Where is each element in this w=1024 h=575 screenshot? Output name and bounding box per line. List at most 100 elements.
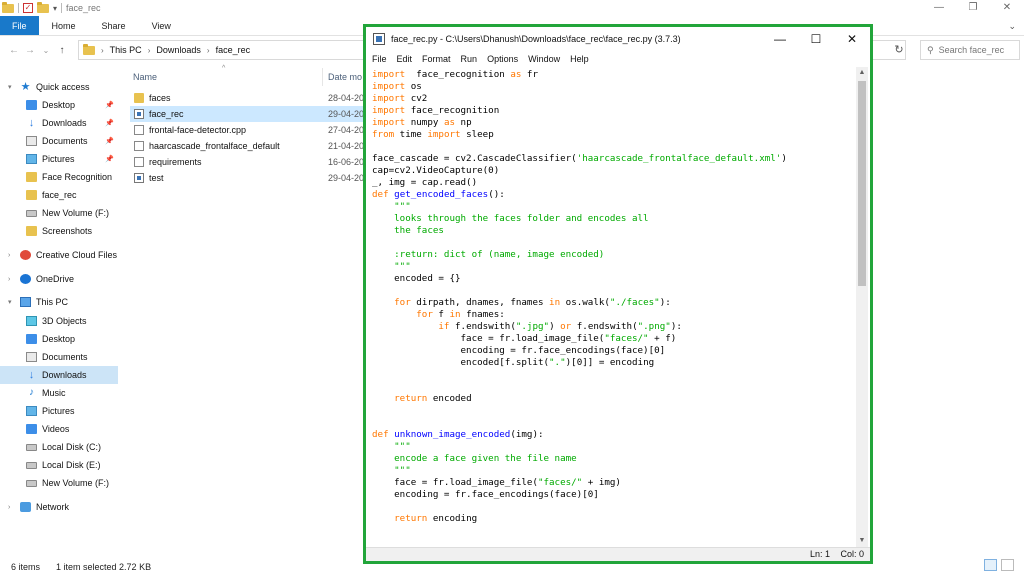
drive-icon [26,209,37,217]
nav-item[interactable]: ♪ Music [0,384,118,402]
file-date: 21-04-20 [328,141,365,151]
code-line: return encoded [372,393,857,405]
nav-item[interactable]: New Volume (F:) [0,474,118,492]
menu-edit[interactable]: Edit [397,54,413,64]
expand-chevron-icon[interactable]: ▾ [8,298,12,306]
restore-icon[interactable]: ❐ [956,0,990,16]
nav-item[interactable]: › Creative Cloud Files [0,246,118,264]
ribbon-tab-file[interactable]: File [0,16,39,35]
column-divider[interactable] [322,68,323,86]
nav-item[interactable]: Documents [0,348,118,366]
breadcrumb-this-pc[interactable]: This PC [110,45,142,55]
nav-item[interactable]: Local Disk (C:) [0,438,118,456]
code-line: """ [372,441,857,453]
close-icon[interactable]: ✕ [834,27,870,51]
nav-item[interactable]: ▾ ★ Quick access [0,78,118,96]
code-token: ) [781,153,787,164]
nav-item-label: New Volume (F:) [42,478,110,488]
search-icon: ⚲ [927,44,934,55]
minimize-icon[interactable]: — [762,27,798,51]
forward-arrow-icon[interactable]: → [22,45,38,56]
nav-item[interactable]: face_rec [0,186,118,204]
nav-item[interactable]: ↓ Downloads [0,366,118,384]
nav-item[interactable]: › Network [0,498,118,516]
breadcrumb-downloads[interactable]: Downloads [156,45,201,55]
navigation-pane: ▾ ★ Quick access Desktop 📌 ↓ Downloads 📌 Documen… [0,78,118,548]
ribbon-tab-view[interactable]: View [139,16,184,35]
maximize-icon[interactable]: ☐ [798,27,834,51]
menu-help[interactable]: Help [570,54,589,64]
nav-item[interactable]: › OneDrive [0,270,118,288]
nav-item[interactable]: ▾ This PC [0,293,118,311]
chevron-right-icon[interactable]: › [207,46,210,55]
nav-item[interactable]: Documents 📌 [0,132,118,150]
file-row[interactable]: faces 28-04-20 [130,90,370,106]
code-token: encoded [427,393,472,404]
menu-run[interactable]: Run [461,54,478,64]
code-token: return [394,513,428,524]
code-editor[interactable]: import face_recognition as fr import os im… [369,67,857,547]
code-text[interactable]: import face_recognition as fr import os im… [369,67,857,547]
nav-item[interactable]: Videos [0,420,118,438]
expand-ribbon-icon[interactable]: ⌄ [1008,16,1016,36]
nav-item-label: face_rec [42,190,77,200]
code-line: import cv2 [372,93,857,105]
large-icons-view-icon[interactable] [1001,559,1014,571]
search-box[interactable]: ⚲ Search face_rec [920,40,1020,60]
menu-window[interactable]: Window [528,54,560,64]
chevron-right-icon[interactable]: › [148,46,151,55]
menu-options[interactable]: Options [487,54,518,64]
file-row[interactable]: haarcascade_frontalface_default 21-04-20 [130,138,370,154]
nav-item[interactable]: Screenshots [0,222,118,240]
chevron-right-icon[interactable]: › [101,46,104,55]
vertical-scrollbar[interactable]: ▲ ▼ [856,67,868,547]
up-arrow-icon[interactable]: ↑ [54,45,70,56]
code-token: get_encoded_faces [394,189,489,200]
file-row[interactable]: requirements 16-06-20 [130,154,370,170]
expand-chevron-icon[interactable]: › [8,276,10,283]
file-row[interactable]: frontal-face-detector.cpp 27-04-20 [130,122,370,138]
nav-item[interactable]: Desktop [0,330,118,348]
code-line: import os [372,81,857,93]
code-token: from [372,129,395,140]
file-row[interactable]: face_rec 29-04-20 [130,106,370,122]
minimize-icon[interactable]: — [922,0,956,16]
file-row[interactable]: test 29-04-20 [130,170,370,186]
menu-file[interactable]: File [372,54,387,64]
nav-item[interactable]: Face Recognition [0,168,118,186]
breadcrumb-face-rec[interactable]: face_rec [216,45,251,55]
expand-chevron-icon[interactable]: ▾ [8,83,12,91]
nav-item-label: Pictures [42,406,75,416]
nav-item[interactable]: New Volume (F:) [0,204,118,222]
quick-access-dropdown-icon[interactable]: ▾ [53,4,57,13]
scroll-down-icon[interactable]: ▼ [856,535,868,547]
menu-format[interactable]: Format [422,54,451,64]
expand-chevron-icon[interactable]: › [8,504,10,511]
column-header-name[interactable]: Name [133,72,157,82]
nav-item[interactable]: Pictures 📌 [0,150,118,168]
nav-item[interactable]: ↓ Downloads 📌 [0,114,118,132]
details-view-icon[interactable] [984,559,997,571]
nav-item[interactable]: Local Disk (E:) [0,456,118,474]
recent-locations-icon[interactable]: ⌄ [38,46,54,55]
refresh-icon[interactable]: ↻ [890,41,908,59]
close-icon[interactable]: ✕ [990,0,1024,16]
ribbon-tab-share[interactable]: Share [89,16,139,35]
scroll-up-icon[interactable]: ▲ [856,67,868,79]
properties-icon[interactable]: ✓ [23,3,33,13]
column-header-date[interactable]: Date mo [328,72,362,82]
scrollbar-thumb[interactable] [858,81,866,286]
back-arrow-icon[interactable]: ← [6,45,22,56]
drive-icon [26,443,37,451]
nav-item[interactable]: 3D Objects [0,312,118,330]
expand-chevron-icon[interactable]: › [8,252,10,259]
download-icon: ↓ [28,369,35,381]
code-line: cap=cv2.VideoCapture(0) [372,165,857,177]
ribbon-tab-home[interactable]: Home [39,16,89,35]
new-folder-icon[interactable] [37,1,49,13]
nav-item[interactable]: Pictures [0,402,118,420]
nav-item[interactable]: Desktop 📌 [0,96,118,114]
